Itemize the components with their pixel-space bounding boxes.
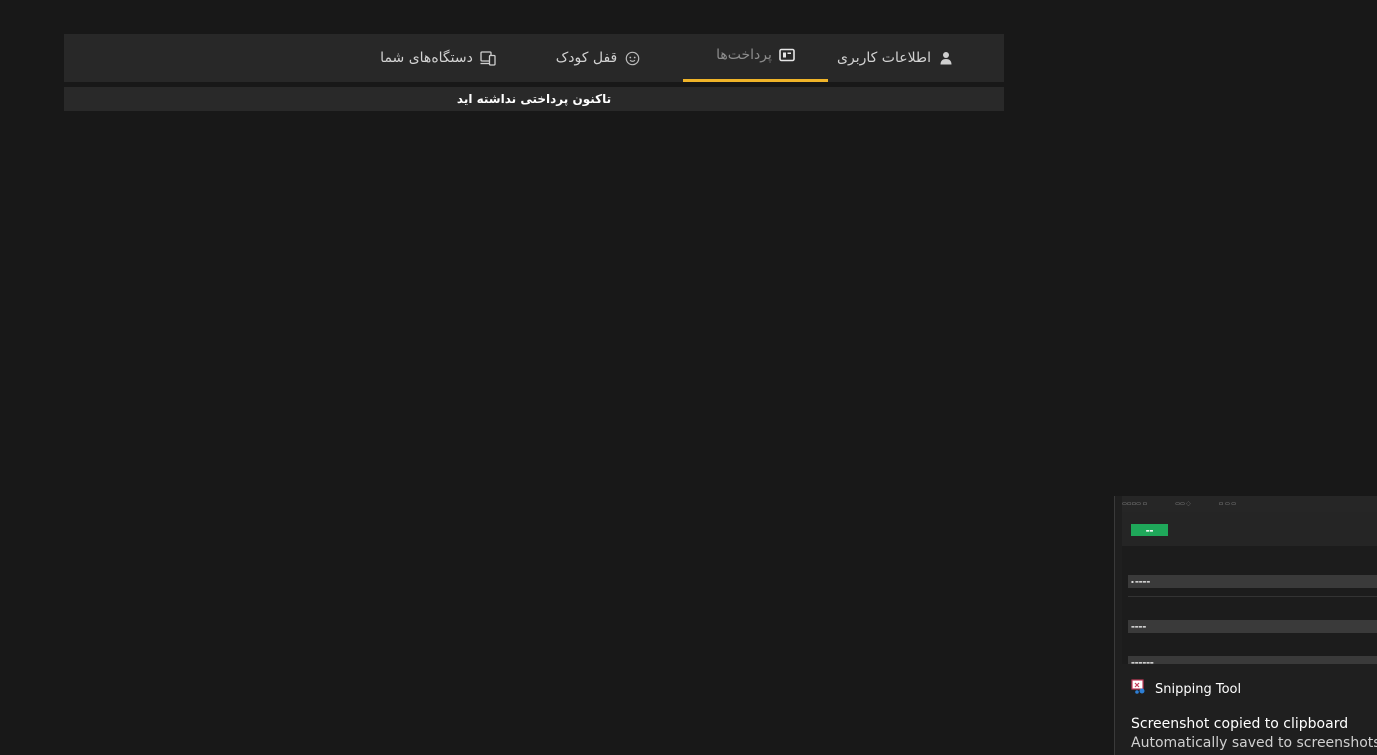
account-tab-bar: اطلاعات کاربری پرداخت‌ها قفل کودک دستگاه… — [64, 34, 1004, 82]
notification-app-row: Snipping Tool — [1131, 679, 1241, 699]
preview-button: ▬▬ — [1131, 524, 1168, 536]
snipping-tool-notification[interactable]: ▭ ▭ ▭ ◌ ▭▭ ▭ ▭▭▭▭ ▬▬ ▪ ▬▬▬▬ ▬▬▬▬ ▬▬▬▬▬▬ Sn… — [1114, 496, 1377, 755]
preview-field: ▪ ▬▬▬▬ — [1128, 575, 1377, 588]
snipping-tool-icon — [1131, 679, 1147, 699]
screenshot-preview-thumbnail[interactable]: ▭ ▭ ▭ ◌ ▭▭ ▭ ▭▭▭▭ ▬▬ ▪ ▬▬▬▬ ▬▬▬▬ ▬▬▬▬▬▬ — [1122, 496, 1377, 664]
tab-payments-label: پرداخت‌ها — [716, 47, 772, 63]
notification-app-name: Snipping Tool — [1155, 681, 1242, 697]
tab-user-info[interactable]: اطلاعات کاربری — [823, 34, 968, 82]
tab-child-lock[interactable]: قفل کودک — [538, 34, 658, 82]
preview-tabs: ▭ ▭ ▭ ◌ ▭▭ ▭ ▭▭▭▭ — [1122, 496, 1377, 512]
tab-child-lock-label: قفل کودک — [555, 50, 618, 66]
tab-devices-label: دستگاه‌های شما — [380, 50, 473, 66]
tab-payments[interactable]: پرداخت‌ها — [683, 34, 828, 82]
devices-icon — [480, 50, 496, 66]
preview-divider — [1128, 596, 1377, 597]
payments-empty-state: تاکنون پرداختی نداشته اید — [64, 87, 1004, 111]
notification-title: Screenshot copied to clipboard — [1131, 716, 1349, 732]
empty-payments-message: تاکنون پرداختی نداشته اید — [456, 92, 612, 106]
user-icon — [938, 50, 954, 66]
tab-devices[interactable]: دستگاه‌های شما — [368, 34, 508, 82]
tab-user-info-label: اطلاعات کاربری — [837, 50, 931, 66]
preview-field: ▬▬▬▬ — [1128, 620, 1377, 633]
notification-body: Automatically saved to screenshots folde — [1131, 735, 1377, 751]
preview-field: ▬▬▬▬▬▬ — [1128, 656, 1377, 664]
payment-icon — [779, 47, 795, 63]
child-face-icon — [624, 50, 640, 66]
